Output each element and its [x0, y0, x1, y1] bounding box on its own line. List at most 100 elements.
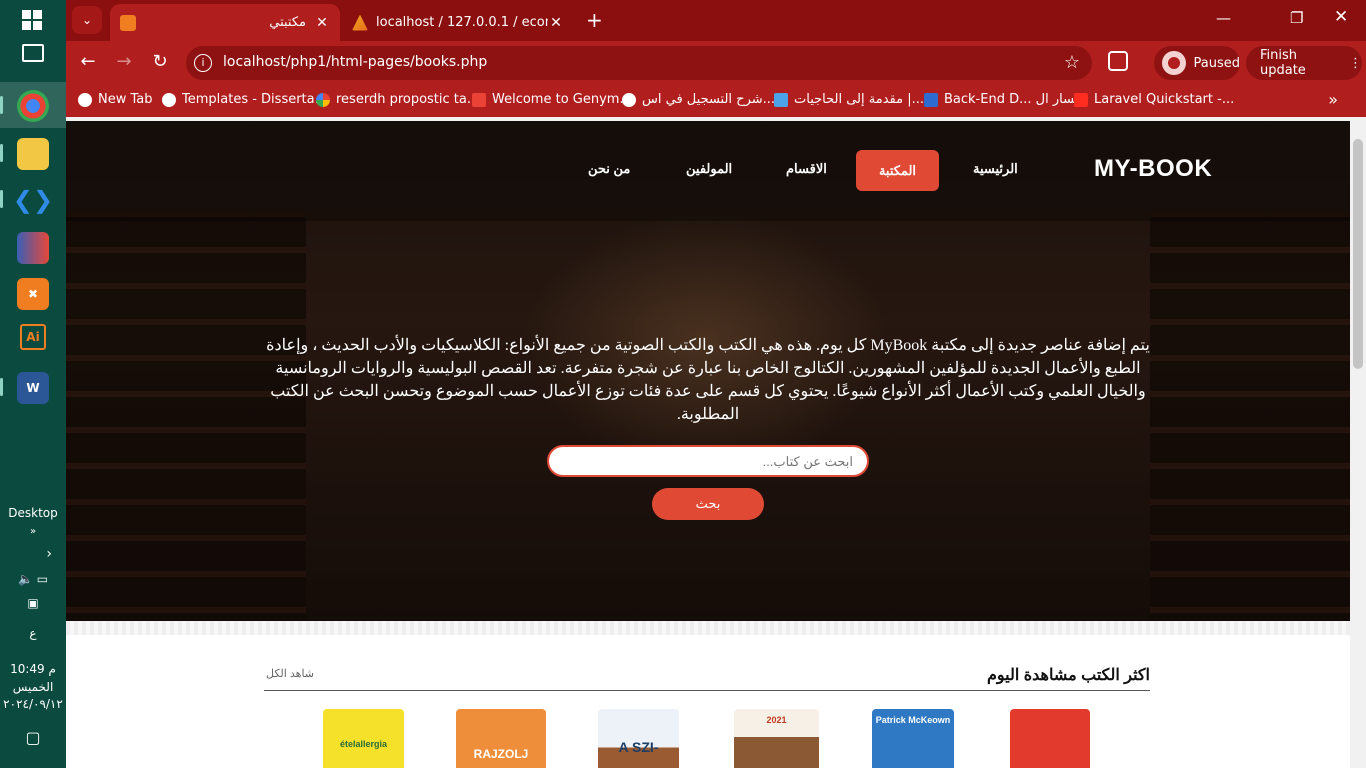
clock-time[interactable]: 10:49 م — [0, 662, 66, 676]
globe-icon — [622, 92, 636, 107]
nav-home[interactable]: الرئيسية — [973, 161, 1018, 177]
clock-date: ٢٠٢٤/٠٩/١٢ — [3, 697, 63, 711]
chrome-icon[interactable] — [17, 90, 49, 122]
globe-icon — [162, 92, 176, 107]
nav-authors[interactable]: المولفين — [686, 161, 732, 177]
profile-button[interactable]: Paused — [1154, 46, 1240, 80]
chevron-down-icon[interactable]: » — [0, 526, 66, 537]
taskbar-active-indicator — [0, 96, 3, 114]
bookmark-item[interactable]: Templates - Disserta... — [162, 92, 327, 107]
close-tab-icon[interactable]: ✕ — [548, 15, 564, 31]
clock-day: الخميس — [12, 680, 54, 694]
xampp-icon[interactable]: ✖ — [17, 278, 49, 310]
tab-strip: ⌄ مكتبتي ✕ localhost / 127.0.0.1 / ecomm… — [66, 0, 1366, 41]
reload-icon[interactable]: ↻ — [148, 51, 172, 72]
close-window-icon[interactable]: ✕ — [1334, 7, 1348, 27]
laravel-icon — [1074, 92, 1088, 107]
tab-search-dropdown-icon[interactable]: ⌄ — [72, 6, 102, 34]
task-view-icon[interactable] — [22, 44, 44, 62]
tab-inactive[interactable]: localhost / 127.0.0.1 / ecommer ✕ — [342, 4, 574, 41]
menu-dots-icon: ⋮ — [1349, 55, 1362, 71]
bookmark-item[interactable]: Laravel Quickstart -... — [1074, 92, 1234, 107]
site-logo[interactable]: MY-BOOK — [1094, 155, 1212, 183]
tab-active[interactable]: مكتبتي ✕ — [110, 4, 340, 41]
scrollbar-thumb[interactable] — [1353, 139, 1363, 369]
file-explorer-icon[interactable] — [17, 138, 49, 170]
web-page: MY-BOOK الرئيسية المكتبة الاقسام المولفي… — [66, 121, 1350, 768]
forward-icon[interactable]: → — [112, 51, 136, 72]
popular-books-header: اكثر الكتب مشاهدة اليوم شاهد الكل — [264, 661, 1150, 691]
finish-update-label: Finish update — [1260, 48, 1306, 78]
windows-taskbar: ❮❯ ✖ Ai W Desktop » › 🔈 ▭ ▣ ع 10:49 م ال… — [0, 0, 66, 768]
nav-library[interactable]: المكتبة — [856, 150, 939, 191]
winrar-icon[interactable] — [17, 232, 49, 264]
book-cover-title: RAJZOLJ — [473, 747, 529, 761]
book-cover[interactable]: A SZI- — [598, 709, 679, 768]
book-cover-title: A SZI- — [618, 739, 659, 755]
vscode-icon[interactable]: ❮❯ — [13, 184, 53, 216]
book-cover[interactable]: 2021 — [734, 709, 819, 768]
e-icon — [924, 92, 938, 107]
new-tab-icon[interactable]: + — [586, 8, 603, 32]
bookmarks-bar: New Tab Templates - Disserta... reserdh … — [66, 85, 1366, 117]
phpmyadmin-favicon-icon — [352, 14, 368, 31]
book-cover[interactable] — [1010, 709, 1090, 768]
book-cover-title: 2021 — [766, 715, 787, 725]
close-tab-icon[interactable]: ✕ — [314, 15, 330, 31]
more-bookmarks-icon[interactable]: » — [1328, 90, 1338, 109]
network-icon[interactable]: ▣ — [0, 596, 66, 610]
book-cover-title: ételallergia — [339, 739, 388, 749]
minimize-icon[interactable]: — — [1216, 9, 1231, 27]
globe-icon — [78, 92, 92, 107]
notification-icon[interactable]: ▢ — [0, 728, 66, 747]
taskbar-indicator — [0, 144, 3, 162]
book-cover-title: Patrick McKeown — [875, 715, 951, 725]
bookmark-item[interactable]: reserdh propostic ta... — [316, 92, 479, 107]
bookmark-item[interactable]: Back-End D... مسار ال — [924, 92, 1082, 107]
book-search-input[interactable] — [547, 445, 869, 477]
section-divider — [66, 621, 1350, 635]
bookmark-item[interactable]: Welcome to Genym... — [472, 92, 632, 107]
back-icon[interactable]: ← — [76, 51, 100, 72]
book-cover[interactable]: ételallergia — [323, 709, 404, 768]
gmail-icon — [472, 92, 486, 107]
site-navbar: MY-BOOK الرئيسية المكتبة الاقسام المولفي… — [66, 121, 1350, 221]
chevron-right-icon[interactable]: › — [0, 546, 66, 562]
book-cover[interactable]: Patrick McKeown — [872, 709, 954, 768]
bookmark-star-icon[interactable]: ☆ — [1064, 52, 1080, 73]
extensions-icon[interactable] — [1108, 51, 1128, 71]
word-icon[interactable]: W — [17, 372, 49, 404]
hero-description: يتم إضافة عناصر جديدة إلى مكتبة MyBook ك… — [266, 337, 1150, 423]
url-text: localhost/php1/html-pages/books.php — [223, 54, 488, 70]
bookmark-item[interactable]: مقدمة إلى الحاجيات |... — [774, 92, 924, 107]
nav-sections[interactable]: الاقسام — [786, 161, 827, 177]
bookmark-item[interactable]: شرح التسجيل في اس... — [622, 92, 775, 107]
browser-window: ⌄ مكتبتي ✕ localhost / 127.0.0.1 / ecomm… — [66, 0, 1366, 768]
taskbar-indicator — [0, 378, 3, 396]
section-title: اكثر الكتب مشاهدة اليوم — [986, 667, 1150, 684]
site-info-icon[interactable]: i — [194, 54, 212, 72]
profile-avatar — [1162, 51, 1186, 75]
search-button[interactable]: بحث — [652, 488, 764, 520]
windows-start-icon[interactable] — [22, 10, 42, 30]
nav-about[interactable]: من نحن — [588, 161, 630, 177]
finish-update-button[interactable]: Finish update ⋮ — [1246, 46, 1362, 80]
tab-title: مكتبتي — [269, 15, 306, 30]
address-bar[interactable]: i localhost/php1/html-pages/books.php ☆ — [186, 46, 1092, 80]
google-icon — [316, 92, 330, 107]
taskbar-indicator — [0, 190, 3, 208]
page-scrollbar[interactable] — [1350, 121, 1366, 768]
hero-section: MY-BOOK الرئيسية المكتبة الاقسام المولفي… — [66, 121, 1350, 621]
tab-title: localhost / 127.0.0.1 / ecommer — [376, 15, 548, 30]
book-cover[interactable]: RAJZOLJ — [456, 709, 546, 768]
profile-status: Paused — [1193, 55, 1240, 71]
maximize-icon[interactable]: ❐ — [1290, 9, 1303, 27]
volume-battery-icons[interactable]: 🔈 ▭ — [0, 572, 66, 586]
bookmark-item[interactable]: New Tab — [78, 92, 153, 107]
flutter-icon — [774, 92, 788, 107]
language-indicator[interactable]: ع — [0, 626, 66, 640]
browser-toolbar: ← → ↻ i localhost/php1/html-pages/books.… — [66, 41, 1366, 85]
illustrator-icon[interactable]: Ai — [20, 324, 46, 350]
see-all-link[interactable]: شاهد الكل — [266, 667, 314, 680]
desktop-label[interactable]: Desktop — [0, 506, 66, 520]
